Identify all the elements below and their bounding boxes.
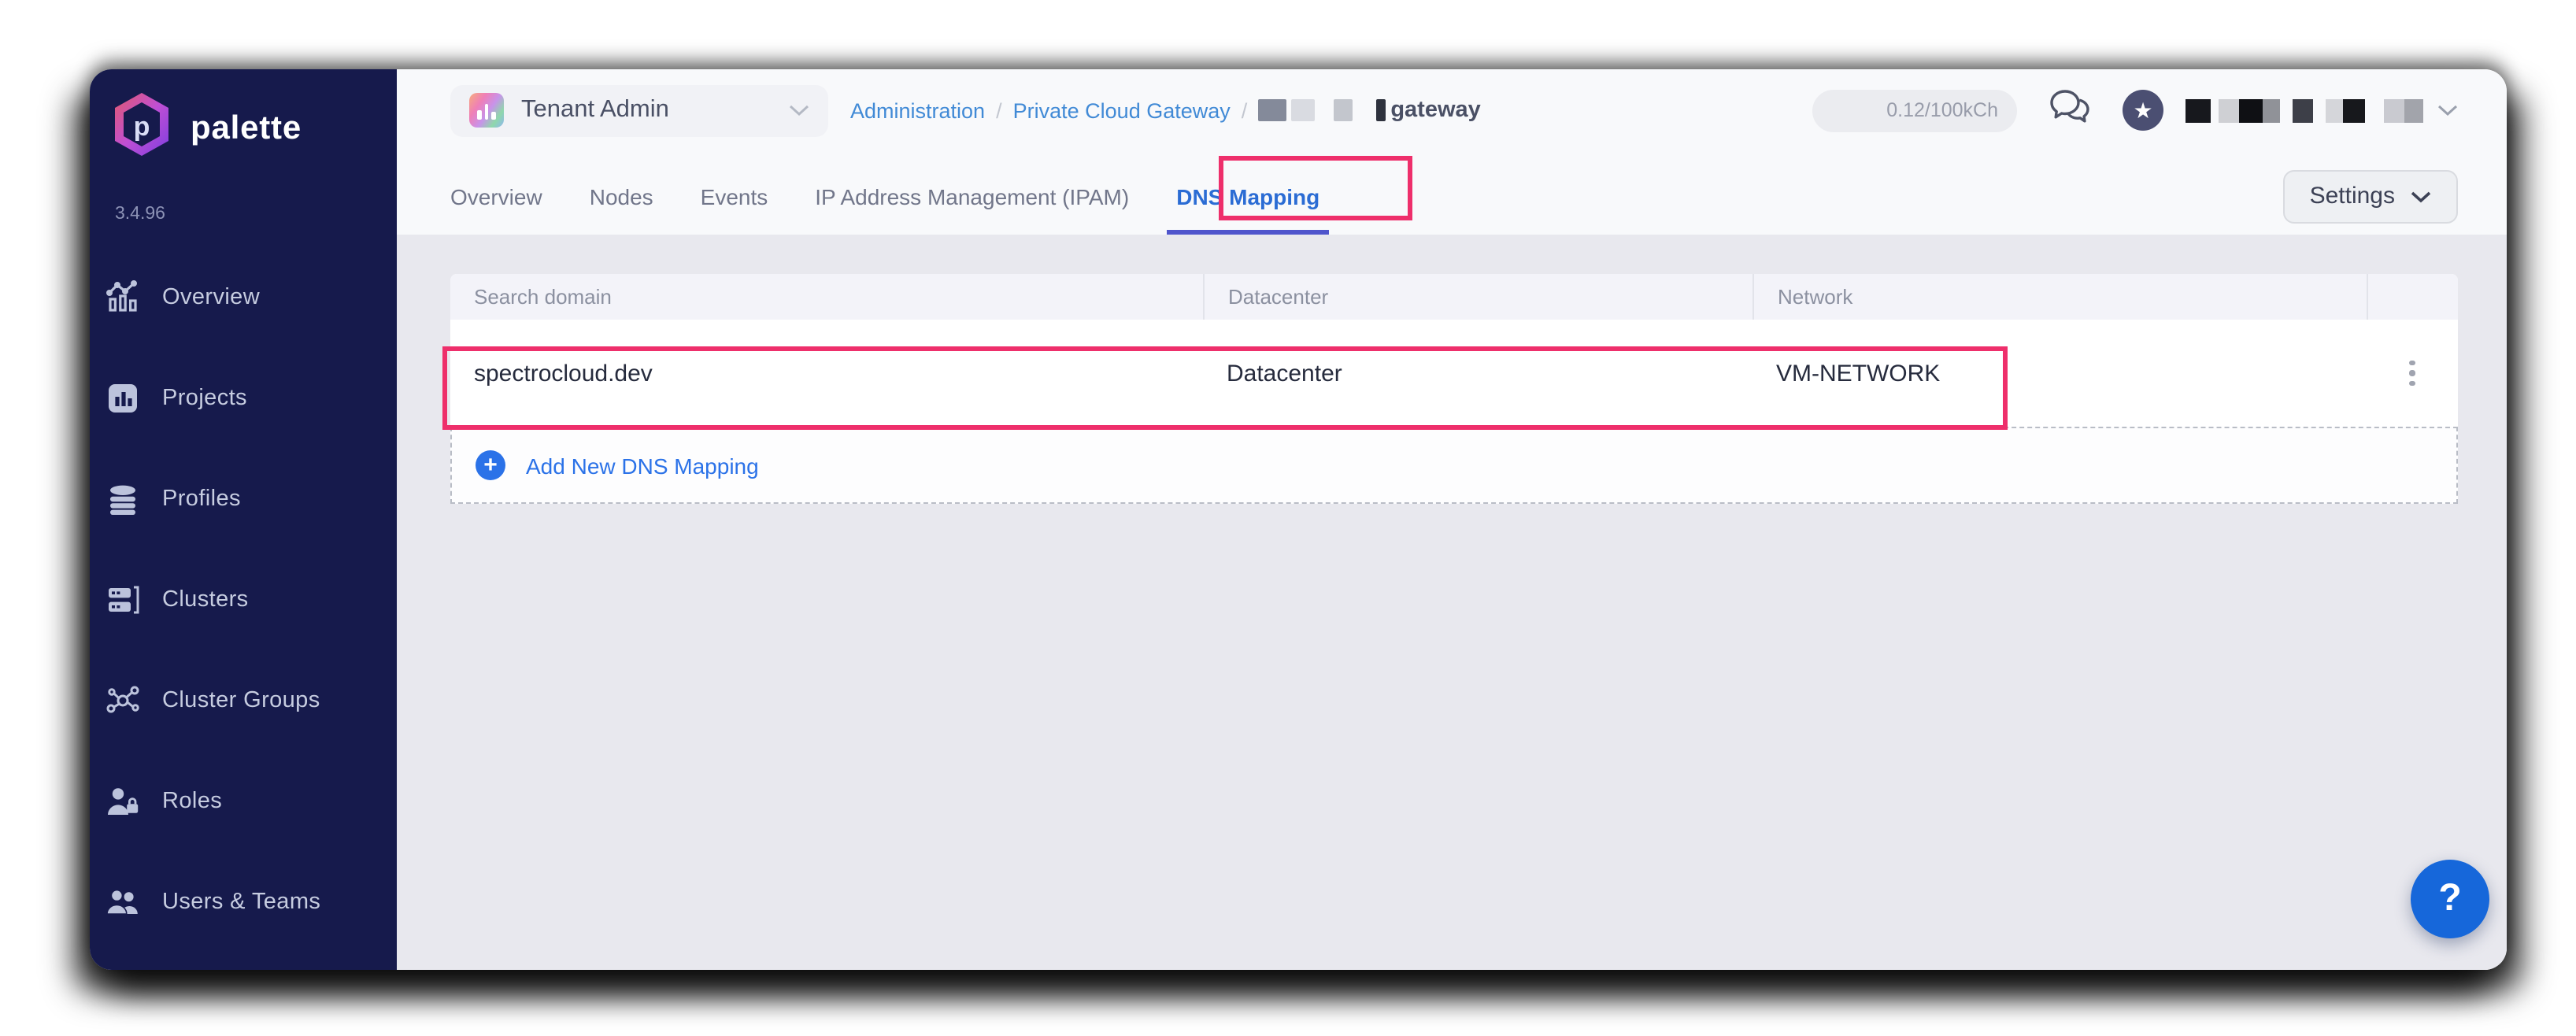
stage: p palette 3.4.96 Overview (0, 0, 2576, 1036)
tenant-selector[interactable]: Tenant Admin (450, 84, 828, 136)
breadcrumb: Administration / Private Cloud Gateway /… (850, 98, 1481, 123)
star-badge[interactable]: ★ (2123, 90, 2163, 131)
sidebar-item-overview[interactable]: Overview (104, 277, 397, 318)
star-icon: ★ (2133, 99, 2152, 121)
tab-events[interactable]: Events (701, 157, 768, 235)
redaction-block (2239, 98, 2263, 122)
tabs-row: Overview Nodes Events IP Address Managem… (450, 157, 2458, 235)
usage-badge-text: 0.12/100kCh (1886, 99, 1998, 121)
topbar: Tenant Admin Administration / Private Cl… (450, 82, 2458, 139)
main-area: Tenant Admin Administration / Private Cl… (397, 69, 2507, 970)
settings-button[interactable]: Settings (2283, 169, 2458, 223)
column-header-search-domain: Search domain (450, 274, 1203, 320)
add-dns-mapping-label: Add New DNS Mapping (526, 453, 759, 478)
topbar-right: 0.12/100kCh ★ (1812, 87, 2458, 134)
tab-nodes[interactable]: Nodes (590, 157, 653, 235)
breadcrumb-link-private-cloud-gateway[interactable]: Private Cloud Gateway (1013, 98, 1231, 122)
redaction-block (1258, 99, 1286, 121)
breadcrumb-current-gateway: gateway (1258, 98, 1480, 123)
cell-datacenter: Datacenter (1203, 320, 1752, 427)
sidebar-nav: Overview Projects (104, 277, 397, 970)
usage-badge: 0.12/100kCh (1812, 89, 2017, 131)
chevron-down-icon (2411, 182, 2431, 210)
content: Search domain Datacenter Network spectro… (397, 235, 2507, 970)
overview-icon (104, 280, 142, 315)
breadcrumb-current-text: gateway (1390, 98, 1480, 123)
user-menu-button[interactable] (2437, 96, 2458, 124)
sidebar-item-label: Clusters (162, 587, 249, 612)
roles-icon (104, 784, 142, 819)
breadcrumb-link-administration[interactable]: Administration (850, 98, 985, 122)
redaction-block (2186, 98, 2211, 122)
sidebar: p palette 3.4.96 Overview (90, 69, 397, 970)
app-version: 3.4.96 (115, 205, 397, 224)
redaction-block (2404, 98, 2423, 122)
svg-text:p: p (134, 112, 150, 142)
chat-icon (2049, 87, 2091, 134)
chevron-down-icon (789, 96, 809, 124)
redaction-block (2343, 98, 2365, 122)
row-actions-menu-button[interactable] (2400, 351, 2425, 396)
user-name-redacted (2186, 98, 2423, 122)
app-window: p palette 3.4.96 Overview (90, 69, 2507, 970)
sidebar-item-label: Users & Teams (162, 890, 320, 915)
redaction-block (1334, 99, 1353, 121)
cell-network: VM-NETWORK (1752, 320, 2367, 427)
column-header-datacenter: Datacenter (1203, 274, 1752, 320)
add-dns-mapping-button[interactable]: + Add New DNS Mapping (450, 427, 2458, 504)
profiles-icon (104, 482, 142, 516)
redaction-block (2263, 98, 2280, 122)
redaction-block (2326, 98, 2343, 122)
sidebar-item-roles[interactable]: Roles (104, 781, 397, 822)
redaction-block (2219, 98, 2239, 122)
plus-icon: + (476, 450, 505, 480)
sidebar-item-profiles[interactable]: Profiles (104, 479, 397, 520)
tabs: Overview Nodes Events IP Address Managem… (450, 157, 1319, 235)
question-mark-icon: ? (2438, 877, 2461, 921)
sidebar-item-users-teams[interactable]: Users & Teams (104, 882, 397, 923)
sidebar-item-clusters[interactable]: Clusters (104, 579, 397, 620)
projects-icon (104, 381, 142, 416)
breadcrumb-separator: / (1242, 98, 1248, 122)
redaction-block (1291, 99, 1315, 121)
sidebar-item-label: Cluster Groups (162, 688, 320, 713)
tab-dns-mapping[interactable]: DNS Mapping (1176, 157, 1319, 235)
tab-overview[interactable]: Overview (450, 157, 542, 235)
sidebar-item-label: Roles (162, 789, 222, 814)
tab-ipam[interactable]: IP Address Management (IPAM) (815, 157, 1129, 235)
column-header-actions (2367, 274, 2458, 320)
logo[interactable]: p palette (110, 90, 397, 167)
redaction-block (2293, 98, 2313, 122)
tenant-selector-label: Tenant Admin (521, 96, 789, 124)
column-header-network: Network (1752, 274, 2367, 320)
cluster-groups-icon (104, 683, 142, 718)
settings-button-label: Settings (2310, 183, 2395, 209)
sidebar-item-label: Projects (162, 386, 247, 411)
sidebar-item-cluster-groups[interactable]: Cluster Groups (104, 680, 397, 721)
redaction-block (2384, 98, 2404, 122)
breadcrumb-separator: / (996, 98, 1002, 122)
dns-mapping-table: Search domain Datacenter Network spectro… (450, 274, 2458, 504)
sidebar-item-label: Overview (162, 285, 260, 310)
users-teams-icon (104, 885, 142, 919)
tenant-icon (469, 93, 504, 128)
palette-logo-icon: p (110, 90, 173, 167)
chat-button[interactable] (2049, 87, 2091, 134)
help-button[interactable]: ? (2411, 860, 2489, 938)
cell-actions (2367, 320, 2458, 427)
chevron-down-icon (2437, 96, 2458, 124)
sidebar-item-label: Profiles (162, 487, 241, 512)
table-row[interactable]: spectrocloud.dev Datacenter VM-NETWORK (450, 320, 2458, 427)
sidebar-item-projects[interactable]: Projects (104, 378, 397, 419)
table-header: Search domain Datacenter Network (450, 274, 2458, 320)
clusters-icon (104, 583, 142, 617)
redaction-block (1376, 99, 1386, 121)
logo-text: palette (191, 109, 302, 147)
cell-search-domain: spectrocloud.dev (450, 320, 1203, 427)
